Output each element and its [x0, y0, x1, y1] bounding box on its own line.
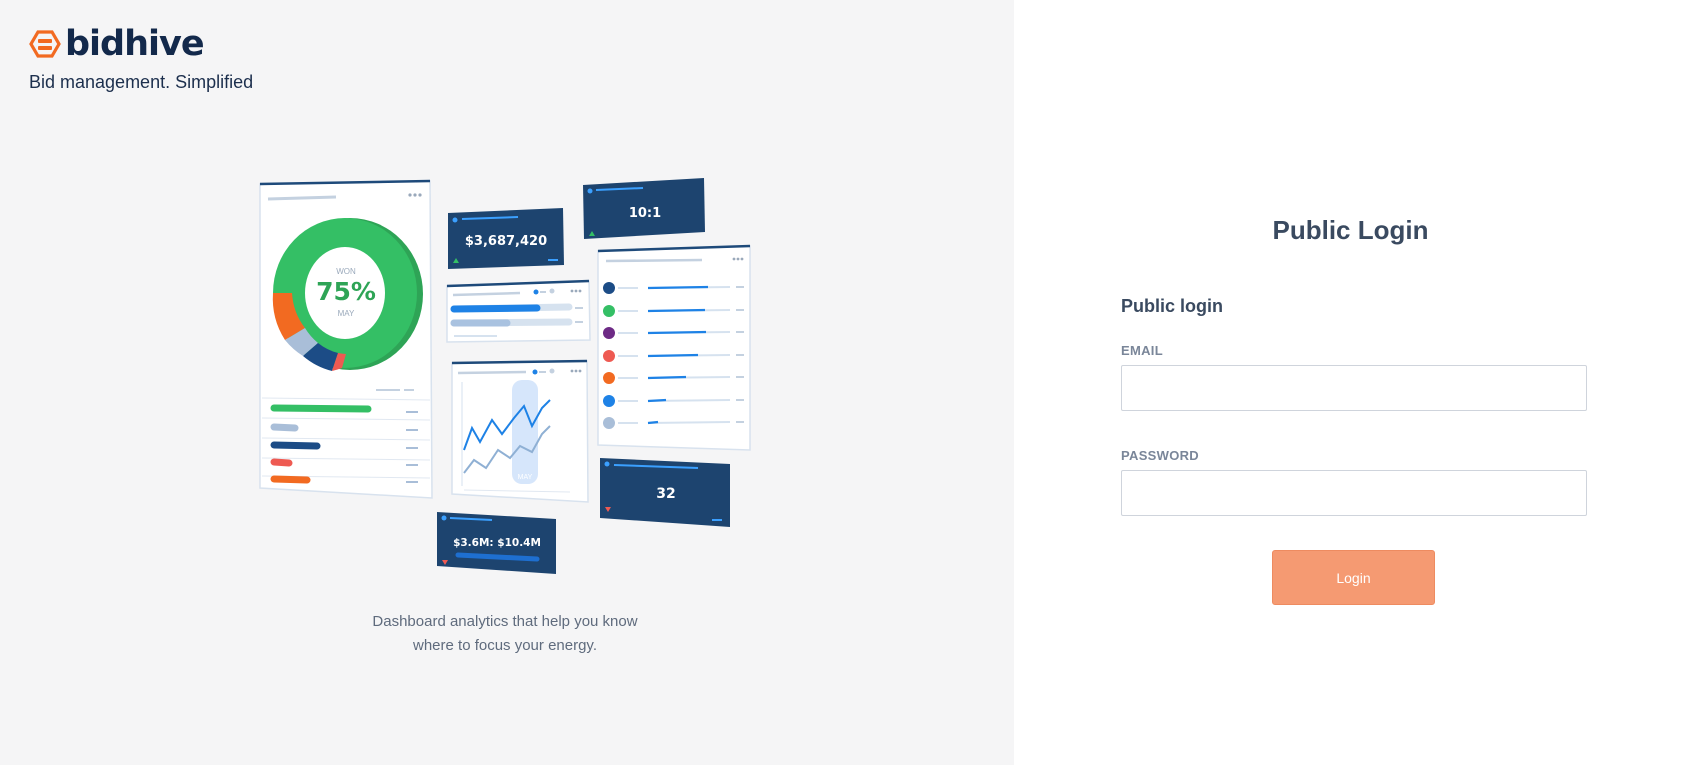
total-value-card: $3,687,420 [448, 208, 564, 269]
brand-wordmark: bidhive [65, 24, 205, 64]
brand-tagline: Bid management. Simplified [29, 72, 254, 92]
donut-panel: WON 75% MAY [259, 179, 433, 499]
password-field[interactable] [1121, 470, 1587, 516]
donut-label-bottom: MAY [338, 309, 355, 318]
email-field[interactable] [1121, 365, 1587, 411]
count-value: 32 [656, 486, 675, 502]
password-label: PASSWORD [1121, 448, 1199, 463]
total-value: $3,687,420 [465, 234, 547, 249]
legend-list-panel [597, 244, 751, 451]
ratio-value: 10:1 [629, 206, 661, 221]
bidhive-logo-icon [29, 30, 61, 58]
donut-label-top: WON [336, 267, 356, 276]
caption-line-1: Dashboard analytics that help you know [372, 613, 638, 630]
login-section-title: Public login [1121, 296, 1223, 316]
range-card: $3.6M: $10.4M [437, 512, 556, 574]
donut-value: 75% [316, 277, 376, 306]
ratio-card: 10:1 [583, 178, 705, 239]
progress-panel [446, 279, 591, 343]
range-value: $3.6M: $10.4M [453, 537, 541, 549]
email-label: EMAIL [1121, 343, 1163, 358]
marketing-panel: bidhive Bid management. Simplified WON 7… [0, 0, 1014, 765]
login-button[interactable]: Login [1272, 550, 1435, 605]
dashboard-illustration: WON 75% MAY $3,687,420 10:1 MAY 32 $3.6M… [259, 178, 751, 574]
brand: bidhive [29, 24, 205, 64]
caption-line-2: where to focus your energy. [413, 637, 597, 654]
count-card: 32 [600, 458, 730, 527]
login-panel: Public Login Public login EMAIL PASSWORD… [1014, 0, 1687, 765]
line-chart-panel: MAY [451, 359, 589, 503]
line-chart-label: MAY [518, 474, 533, 481]
page-title: Public Login [1272, 215, 1429, 245]
illustration-caption: Dashboard analytics that help you know w… [330, 610, 680, 658]
